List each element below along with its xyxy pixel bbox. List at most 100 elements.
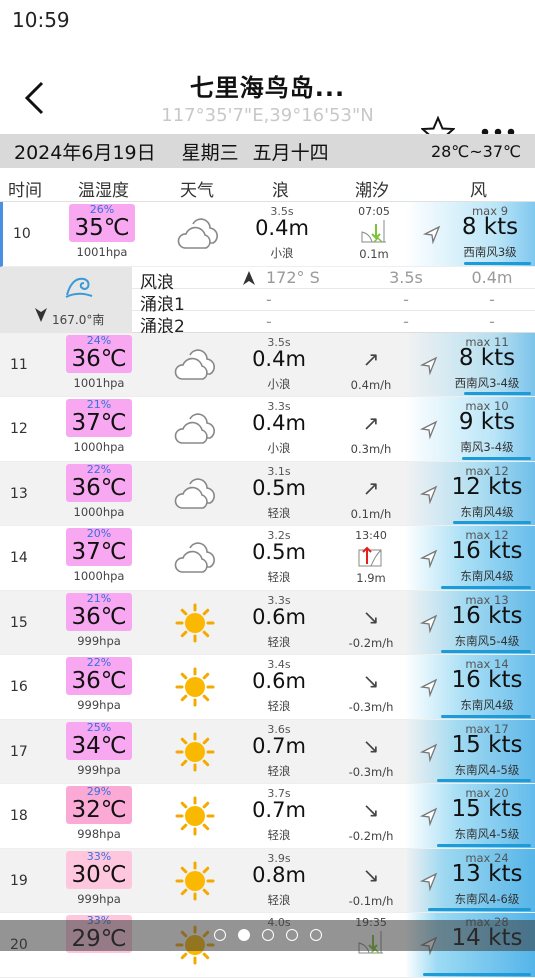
humidity-badge: 22% 36℃ xyxy=(66,657,132,695)
status-bar: 10:59 xyxy=(0,0,535,36)
wind-direction-icon xyxy=(418,677,440,699)
humidity-badge: 20% 37℃ xyxy=(66,528,132,566)
cloud-icon xyxy=(173,214,223,254)
humidity-badge: 33% 30℃ xyxy=(66,850,132,889)
tide-time: 13:40 xyxy=(355,529,387,542)
weekday: 星期三 xyxy=(181,141,239,164)
page-dot[interactable] xyxy=(310,929,322,941)
page-dot[interactable] xyxy=(262,929,274,941)
table-row[interactable]: 11 24% 36℃ 1001hpa 3.5s 0.4m 小浪 ↗ 0.4m/h… xyxy=(0,332,535,397)
temp-range: 28℃~37℃ xyxy=(430,141,521,161)
wave-height: 0.5m xyxy=(252,540,306,564)
humidity-badge: 21% 37℃ xyxy=(66,399,132,437)
table-row[interactable]: 19 33% 30℃ 999hpa 3.9s 0.8m 轻浪 ↘ -0.1m/h… xyxy=(0,848,535,913)
pressure-value: 1001hpa xyxy=(76,245,128,259)
wind-bar xyxy=(464,261,531,265)
col-weather: 天气 xyxy=(180,181,214,201)
row-time: 14 xyxy=(10,550,28,566)
swell1-dir: - xyxy=(266,289,272,309)
wave-desc: 小浪 xyxy=(267,376,291,391)
pressure-value: 1000hpa xyxy=(73,504,125,519)
date-band: 2024年6月19日 星期三 五月十四 28℃~37℃ xyxy=(0,134,535,168)
pressure-value: 998hpa xyxy=(77,827,121,841)
tide-time: 07:05 xyxy=(358,205,390,218)
humidity-badge: 21% 36℃ xyxy=(66,592,132,631)
forecast-list[interactable]: 10 26% 35℃ 1001hpa 3.5s 0.4m 小浪 07:05 0.… xyxy=(0,202,535,978)
row-time: 18 xyxy=(10,808,28,824)
lunar-date: 五月十四 xyxy=(252,141,329,164)
wind-direction-icon xyxy=(418,871,440,893)
swell1-period: - xyxy=(403,289,409,309)
wave-height: 0.7m xyxy=(252,733,306,758)
humidity-badge: 22% 36℃ xyxy=(66,463,132,502)
page-dot[interactable] xyxy=(286,929,298,941)
pressure-value: 1001hpa xyxy=(73,375,125,390)
wave-detail-panel: 167.0°南 风浪 172° S 3.5s 0.4m 涌浪1 - - - 涌浪… xyxy=(0,266,535,337)
temperature-value: 35℃ xyxy=(74,215,130,241)
swell2-height: - xyxy=(489,311,495,331)
wind-bar xyxy=(441,714,531,718)
table-row[interactable]: 17 25% 34℃ 999hpa 3.6s 0.7m 轻浪 ↘ -0.3m/h… xyxy=(0,719,535,784)
wind-bar xyxy=(441,650,531,653)
humidity-value: 24% xyxy=(86,333,112,347)
temperature-value: 36℃ xyxy=(71,603,127,630)
wind-level: 东南风4级 xyxy=(460,569,514,583)
high-tide-icon xyxy=(357,542,385,568)
table-row[interactable]: 12 21% 37℃ 1000hpa 3.3s 0.4m 小浪 ↗ 0.3m/h… xyxy=(0,397,535,462)
wind-speed: 16 kts xyxy=(451,602,523,629)
temperature-value: 32℃ xyxy=(71,797,127,823)
table-row[interactable]: 15 21% 36℃ 999hpa 3.3s 0.6m 轻浪 ↘ -0.2m/h… xyxy=(0,590,535,655)
pressure-value: 1000hpa xyxy=(73,440,125,454)
col-wave: 浪 xyxy=(272,181,289,201)
coordinates: 117°35'7"E,39°16'53"N xyxy=(161,105,374,126)
status-time: 10:59 xyxy=(12,8,70,32)
wave-icon xyxy=(65,277,93,298)
tide-value: -0.2m/h xyxy=(348,829,394,843)
page-dot[interactable] xyxy=(214,929,226,941)
wind-direction-icon xyxy=(418,806,440,828)
wind-bar xyxy=(428,908,531,911)
tide-value: 0.1m xyxy=(359,247,389,261)
humidity-badge: 29% 32℃ xyxy=(66,786,132,824)
wind-level: 东南风5-4级 xyxy=(454,633,520,648)
col-wind: 风 xyxy=(470,181,487,201)
sun-icon xyxy=(170,861,220,901)
table-row[interactable]: 10 26% 35℃ 1001hpa 3.5s 0.4m 小浪 07:05 0.… xyxy=(0,202,535,267)
wave-direction-icon xyxy=(242,270,256,286)
wave-desc: 轻浪 xyxy=(267,763,291,778)
wave-height: 0.6m xyxy=(252,604,306,629)
page-dot[interactable] xyxy=(238,929,250,941)
temperature-value: 36℃ xyxy=(71,668,127,694)
tide-value: -0.3m/h xyxy=(348,700,394,714)
cloud-icon xyxy=(170,345,220,385)
cloud-icon xyxy=(170,409,220,449)
table-row[interactable]: 18 29% 32℃ 998hpa 3.7s 0.7m 轻浪 ↘ -0.2m/h… xyxy=(0,784,535,849)
sun-icon xyxy=(170,603,220,643)
wind-level: 南风3-4级 xyxy=(460,440,514,454)
wave-height: 0.5m xyxy=(252,475,306,500)
table-row[interactable]: 16 22% 36℃ 999hpa 3.4s 0.6m 轻浪 ↘ -0.3m/h… xyxy=(0,655,535,720)
tide-trend-icon: ↗ xyxy=(362,475,380,500)
tide-trend-icon: ↗ xyxy=(362,346,380,371)
wind-speed: 9 kts xyxy=(458,409,516,435)
table-row[interactable]: 13 22% 36℃ 1000hpa 3.1s 0.5m 轻浪 ↗ 0.1m/h… xyxy=(0,461,535,526)
wind-direction-icon xyxy=(418,419,440,441)
row-time: 10 xyxy=(13,226,31,242)
page-indicator xyxy=(0,920,535,951)
swell1-height: - xyxy=(489,289,495,309)
temperature-value: 34℃ xyxy=(71,732,127,759)
wind-bar xyxy=(453,521,531,524)
date: 2024年6月19日 xyxy=(14,141,156,164)
tide-trend-icon: ↘ xyxy=(362,669,380,693)
tide-trend-icon: ↘ xyxy=(362,798,380,822)
temperature-value: 36℃ xyxy=(71,345,127,372)
swell2-row: 涌浪2 - - - xyxy=(132,311,535,337)
col-tide: 潮汐 xyxy=(355,181,389,201)
pressure-value: 999hpa xyxy=(77,891,121,906)
sun-icon xyxy=(170,796,220,836)
table-row[interactable]: 14 20% 37℃ 1000hpa 3.2s 0.5m 轻浪 13:40 1.… xyxy=(0,526,535,591)
humidity-value: 25% xyxy=(86,720,112,734)
wave-height: 0.6m xyxy=(252,669,306,693)
wind-bar xyxy=(464,392,531,395)
wind-speed: 8 kts xyxy=(458,344,516,371)
